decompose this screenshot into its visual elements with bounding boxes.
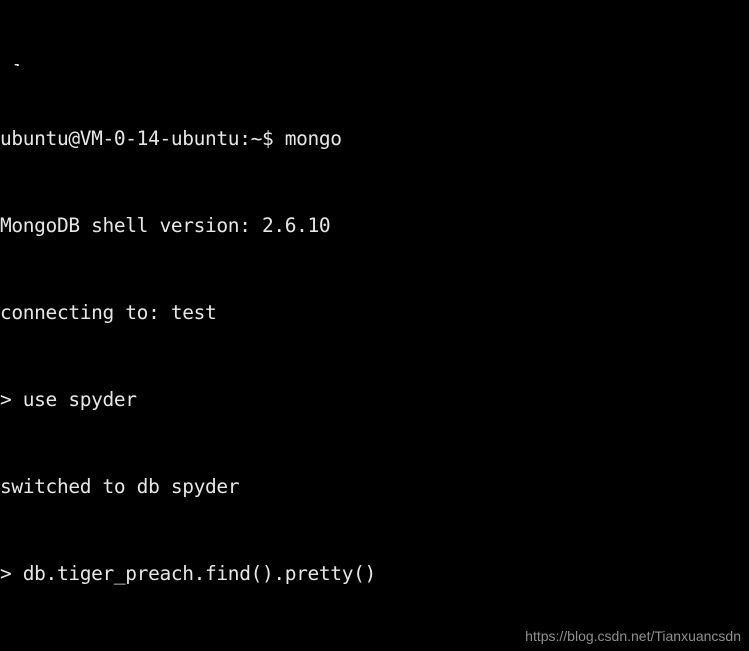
terminal-line-doc1-open-brace: { <box>0 646 749 651</box>
terminal-output-area[interactable]: ] ubuntu@VM-0-14-ubuntu:~$ mongo MongoDB… <box>0 0 749 651</box>
terminal-line-prompt-mongo: ubuntu@VM-0-14-ubuntu:~$ mongo <box>0 127 342 150</box>
terminal-line-connecting: connecting to: test <box>0 301 217 324</box>
terminal-line-use-spyder: > use spyder <box>0 388 137 411</box>
scrollback-partial-line: ] <box>0 58 749 66</box>
terminal-line-switched-db: switched to db spyder <box>0 475 240 498</box>
terminal-line-find-pretty: > db.tiger_preach.find().pretty() <box>0 562 376 585</box>
terminal-line-shell-version: MongoDB shell version: 2.6.10 <box>0 214 331 237</box>
blog-watermark: https://blog.csdn.net/Tianxuancsdn <box>525 628 741 644</box>
